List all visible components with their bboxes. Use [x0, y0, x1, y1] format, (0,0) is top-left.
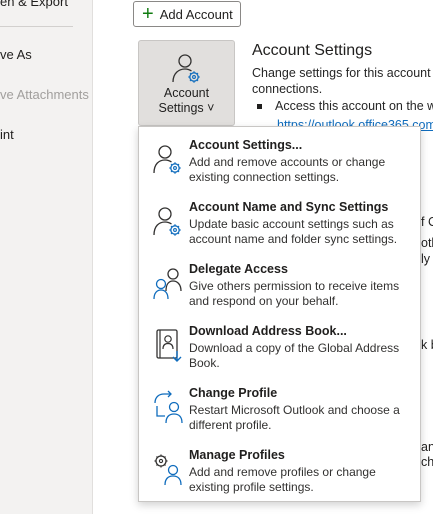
account-settings-label-line1: Account	[163, 86, 210, 100]
change-profile-icon	[154, 390, 183, 424]
nav-item-save-as[interactable]: ve As	[0, 47, 32, 62]
access-bullet-text: Access this account on the we	[275, 99, 433, 113]
account-settings-label-line2: Settings ˅	[158, 101, 215, 115]
delegate-icon	[153, 268, 182, 300]
user-gear-icon	[172, 54, 200, 83]
account-settings-button[interactable]: Account Settings ˅	[138, 40, 235, 126]
bullet-icon	[257, 104, 262, 110]
desc-line-1: Change settings for this account or	[252, 66, 433, 80]
plus-icon: +	[142, 3, 154, 25]
menu-item-title: Manage Profiles	[189, 448, 285, 462]
nav-item-print[interactable]: int	[0, 127, 14, 142]
menu-item-title: Delegate Access	[189, 262, 288, 276]
menu-item-manage-profiles[interactable]: Manage Profiles Add and remove profiles …	[139, 439, 420, 501]
text-fragment: k b	[421, 338, 433, 352]
nav-item-save-attachments: ve Attachments	[0, 87, 89, 102]
address-book-icon	[156, 329, 182, 362]
user-gear-icon	[153, 145, 181, 174]
menu-item-download-address-book[interactable]: Download Address Book... Download a copy…	[139, 315, 420, 377]
text-fragment: an	[421, 440, 433, 454]
menu-item-title: Account Settings...	[189, 138, 303, 152]
user-gear-icon	[153, 207, 181, 236]
menu-item-account-settings[interactable]: Account Settings... Add and remove accou…	[139, 129, 420, 191]
menu-item-delegate-access[interactable]: Delegate Access Give others permission t…	[139, 253, 420, 315]
menu-item-description: Add and remove profiles or change existi…	[189, 465, 376, 494]
desc-line-2: connections.	[252, 82, 323, 96]
account-settings-menu: Account Settings... Add and remove accou…	[138, 126, 421, 502]
add-account-label: Add Account	[159, 6, 233, 22]
backstage-nav: en & Export ve As ve Attachments int	[0, 0, 93, 514]
text-fragment: oth	[421, 236, 433, 250]
menu-item-title: Account Name and Sync Settings	[189, 200, 389, 214]
text-fragment: f C	[421, 215, 433, 229]
menu-item-title: Change Profile	[189, 386, 278, 400]
manage-profiles-icon	[154, 454, 182, 486]
menu-item-title: Download Address Book...	[189, 324, 347, 338]
menu-item-description: Add and remove accounts or change existi…	[189, 155, 386, 184]
menu-item-account-name-sync[interactable]: Account Name and Sync Settings Update ba…	[139, 191, 420, 253]
menu-item-description: Restart Microsoft Outlook and choose a d…	[189, 403, 400, 432]
menu-item-description: Update basic account settings such as ac…	[189, 217, 398, 246]
account-settings-description: Change settings for this account or conn…	[252, 65, 433, 97]
menu-item-description: Give others permission to receive items …	[189, 279, 400, 308]
menu-item-description: Download a copy of the Global Address Bo…	[189, 341, 400, 370]
nav-item-open-export[interactable]: en & Export	[0, 0, 68, 9]
add-account-button[interactable]: + Add Account	[133, 1, 241, 27]
account-settings-heading: Account Settings	[252, 42, 373, 59]
text-fragment: ly	[421, 252, 431, 266]
text-fragment: ch	[421, 455, 433, 469]
access-bullet: Access this account on the we	[257, 99, 433, 113]
nav-divider	[0, 26, 73, 27]
menu-item-change-profile[interactable]: Change Profile Restart Microsoft Outlook…	[139, 377, 420, 439]
